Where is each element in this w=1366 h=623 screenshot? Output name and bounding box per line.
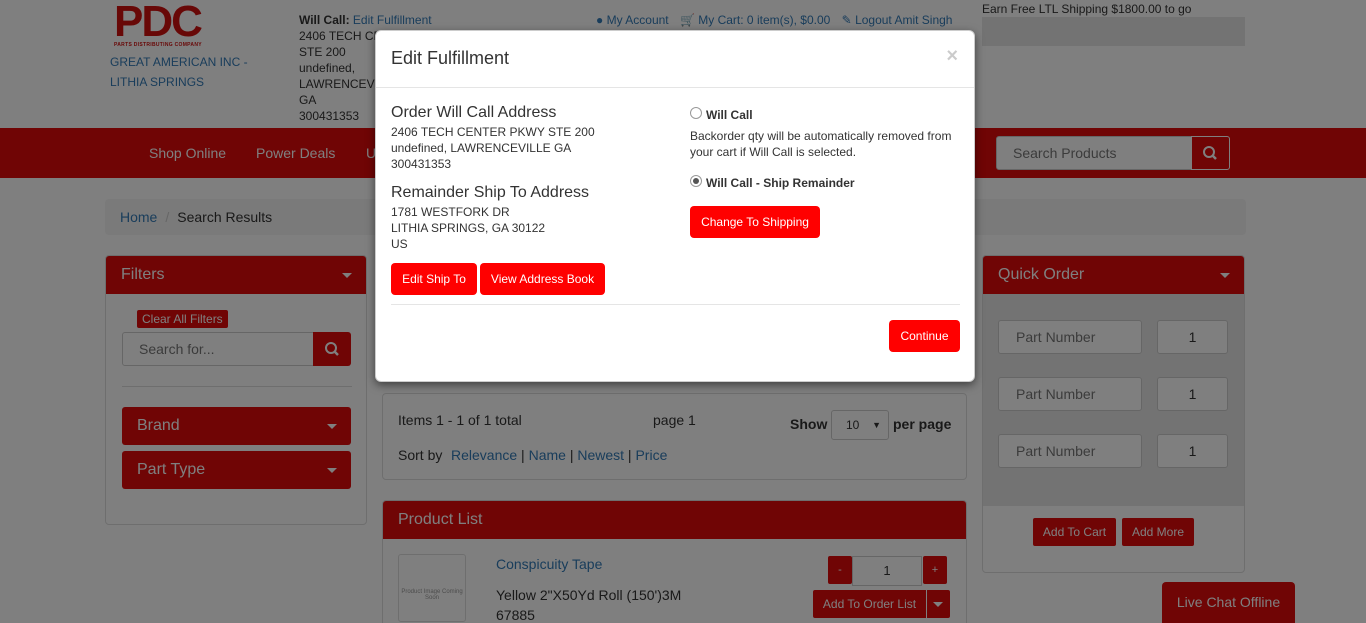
- continue-button[interactable]: Continue: [889, 320, 960, 352]
- order-will-call-address: 2406 TECH CENTER PKWY STE 200 undefined,…: [391, 125, 595, 171]
- remainder-ship-to-address: 1781 WESTFORK DR LITHIA SPRINGS, GA 3012…: [391, 205, 546, 251]
- remainder-ship-to-heading: Remainder Ship To Address: [391, 184, 590, 201]
- modal-divider: [391, 304, 960, 305]
- modal-header: Edit Fulfillment ×: [376, 31, 974, 88]
- will-call-radio[interactable]: [690, 107, 702, 119]
- close-icon[interactable]: ×: [946, 45, 958, 68]
- will-call-ship-remainder-radio[interactable]: [690, 175, 702, 187]
- modal-title: Edit Fulfillment: [391, 48, 510, 68]
- edit-fulfillment-modal: Edit Fulfillment × Order Will Call Addre…: [375, 30, 975, 382]
- view-address-book-button[interactable]: View Address Book: [480, 263, 605, 295]
- will-call-ship-remainder-label[interactable]: Will Call - Ship Remainder: [706, 176, 855, 190]
- change-to-shipping-button[interactable]: Change To Shipping: [690, 206, 820, 238]
- will-call-label[interactable]: Will Call: [706, 108, 753, 122]
- edit-ship-to-button[interactable]: Edit Ship To: [391, 263, 477, 295]
- will-call-note: Backorder qty will be automatically remo…: [690, 129, 952, 159]
- order-will-call-heading: Order Will Call Address: [391, 104, 557, 121]
